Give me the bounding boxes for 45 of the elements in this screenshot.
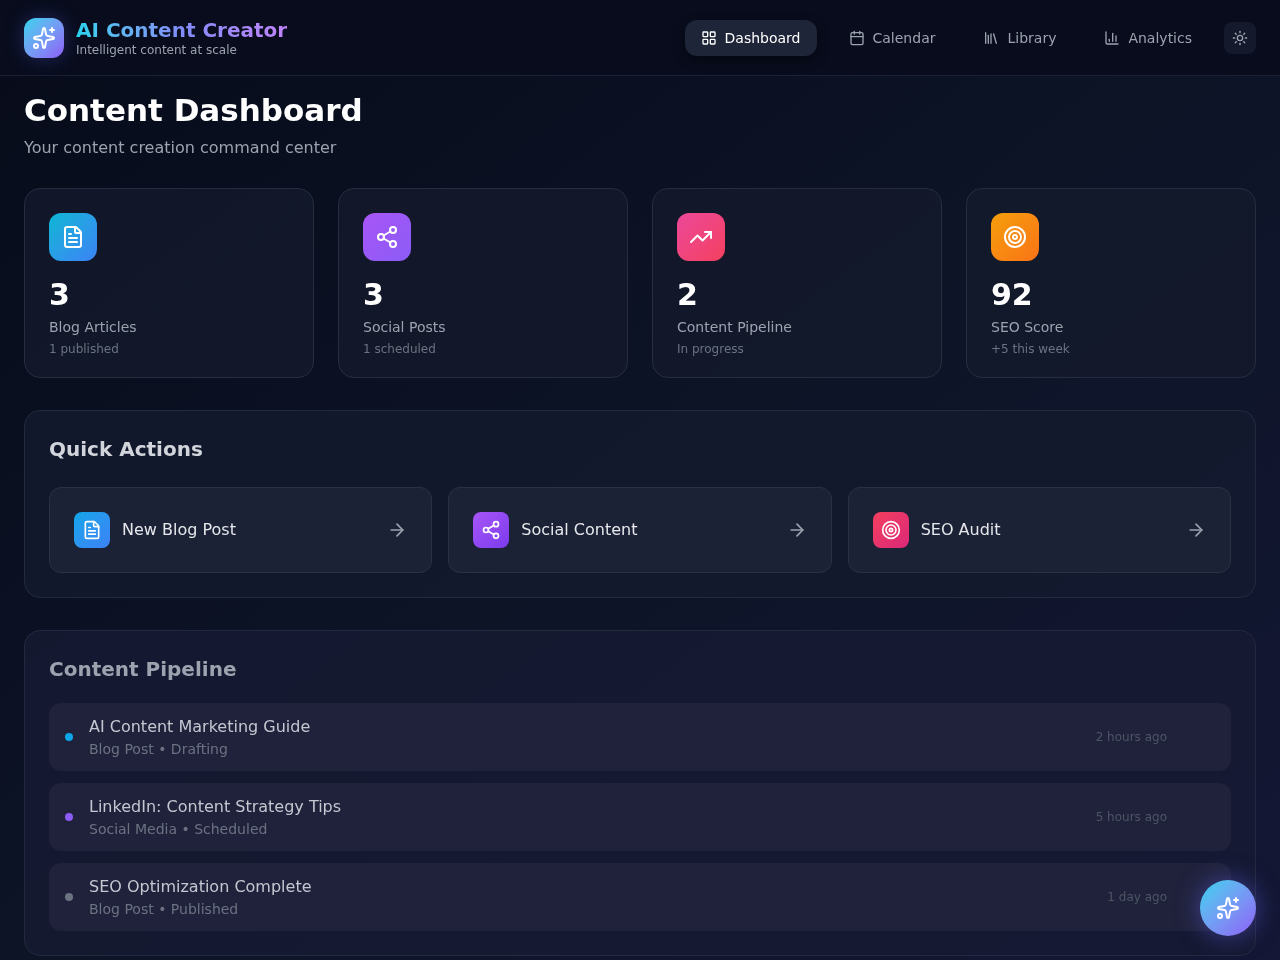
quick-action-button[interactable]: New Blog Post <box>49 487 433 573</box>
stat-note: +5 this week <box>991 341 1071 357</box>
stat-note: 1 scheduled <box>363 341 437 357</box>
sun-icon <box>1232 29 1248 46</box>
quick-action-button[interactable]: Social Content <box>448 487 832 573</box>
trend-icon <box>677 213 725 261</box>
grid-icon <box>700 29 717 46</box>
target-icon <box>991 213 1039 261</box>
stat-label: Social Posts <box>363 318 447 337</box>
stat-note: In progress <box>677 341 745 357</box>
stat-value: 3 <box>363 277 385 313</box>
item-meta: Blog Post • Drafting <box>89 740 229 759</box>
share-icon <box>363 213 411 261</box>
target-icon <box>872 512 909 548</box>
section-title: Content Pipeline <box>49 656 238 683</box>
app-subtitle: Intelligent content at scale <box>76 41 238 58</box>
share-icon <box>473 512 510 548</box>
item-title: LinkedIn: Content Strategy Tips <box>89 796 343 818</box>
item-meta: Social Media • Scheduled <box>89 820 269 839</box>
item-title: SEO Optimization Complete <box>89 876 313 898</box>
books-icon <box>983 29 1000 46</box>
nav-tab[interactable]: Analytics <box>1088 19 1208 56</box>
item-title: AI Content Marketing Guide <box>89 716 312 738</box>
calendar-icon <box>848 29 865 46</box>
document-icon <box>74 512 110 548</box>
sparkles-icon <box>1216 896 1240 920</box>
sparkles-logo-icon <box>24 17 64 58</box>
stat-value: 92 <box>991 277 1034 313</box>
bar-chart-icon <box>1104 29 1121 46</box>
stat-value: 2 <box>677 277 699 313</box>
page-title: Content Dashboard <box>24 92 364 128</box>
quick-action-button[interactable]: SEO Audit <box>847 487 1231 573</box>
section-title: Quick Actions <box>49 436 204 463</box>
stat-label: Content Pipeline <box>677 318 793 337</box>
stat-label: Blog Articles <box>49 318 138 337</box>
nav-tab[interactable]: Calendar <box>832 19 952 56</box>
nav-tab[interactable]: Dashboard <box>684 19 817 56</box>
document-icon <box>49 213 97 261</box>
stat-value: 3 <box>49 277 71 313</box>
stat-note: 1 published <box>49 341 120 357</box>
theme-toggle-button[interactable] <box>1224 21 1256 54</box>
stat-label: SEO Score <box>991 318 1065 337</box>
page-subtitle: Your content creation command center <box>24 137 338 159</box>
nav-tab[interactable]: Library <box>967 19 1073 56</box>
item-meta: Blog Post • Published <box>89 900 240 919</box>
